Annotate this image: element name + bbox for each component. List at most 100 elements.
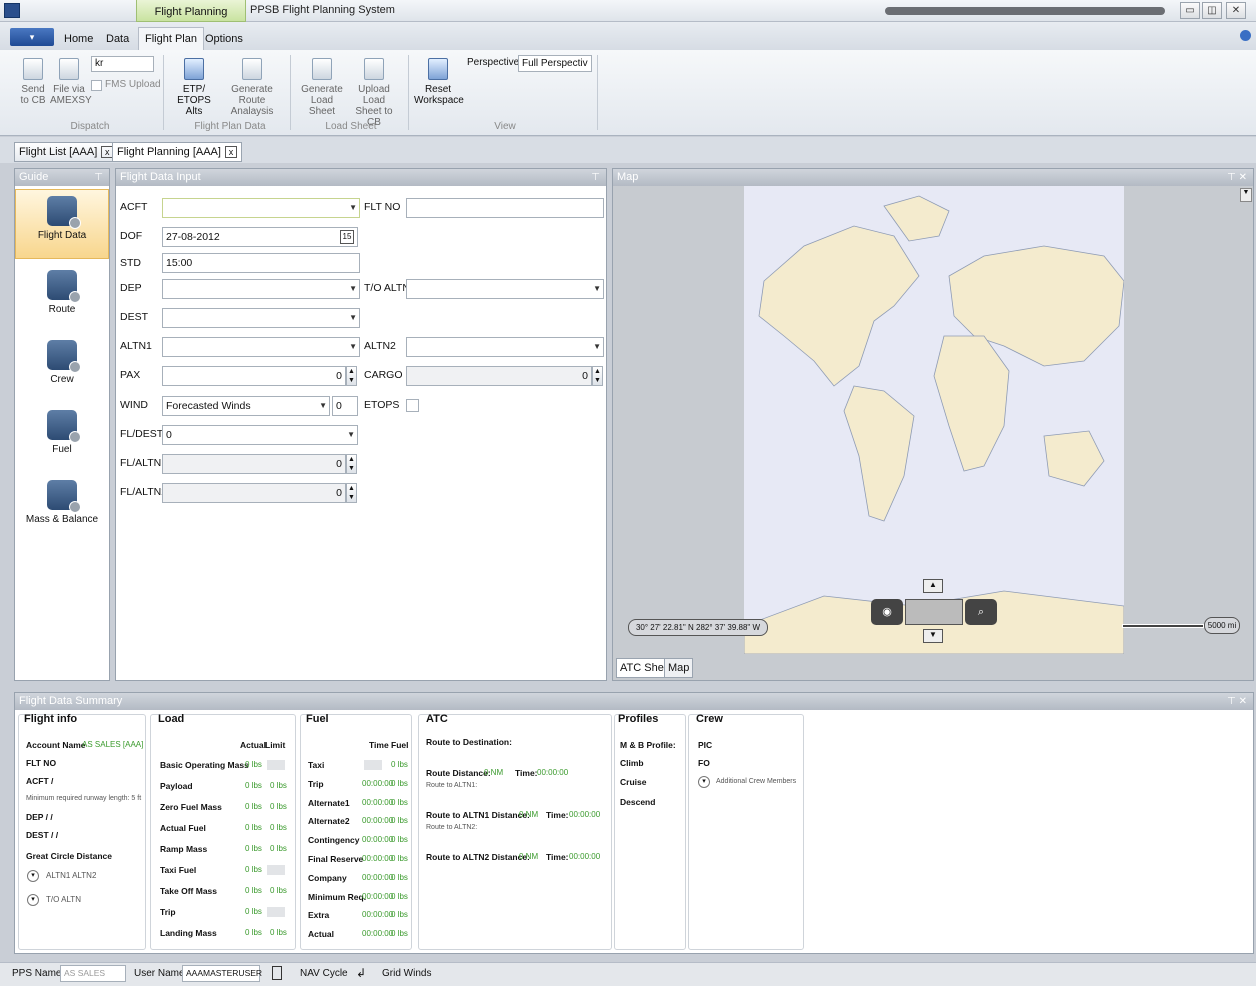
user-name-select[interactable]: AAAMASTERUSER	[182, 965, 262, 982]
fuel-header: Fuel	[391, 740, 409, 750]
load-row-limit: 0 lbs	[270, 823, 287, 832]
pin-close-icon[interactable]: ⊤ ✕	[1227, 693, 1247, 710]
grid-winds-icon: ↲	[356, 966, 367, 980]
dep-summary: DEP / /	[26, 812, 53, 822]
guide-item-route[interactable]: Route	[15, 264, 109, 334]
cargo-input[interactable]: 0	[406, 366, 592, 386]
std-input[interactable]: 15:00	[162, 253, 360, 273]
load-row-label: Basic Operating Mass	[160, 760, 249, 770]
tab-options[interactable]: Options	[199, 30, 249, 48]
fl-altn1-input[interactable]: 0	[162, 454, 346, 474]
altn1-select[interactable]: ▼	[162, 337, 360, 357]
fuel-row-time: 00:00:00	[362, 872, 394, 882]
fuel-row-time: 00:00:00	[362, 778, 394, 788]
flight-lookup-input[interactable]: kr	[91, 56, 154, 72]
tab-flight-planning[interactable]: Flight Planning [AAA] x	[112, 142, 242, 162]
wind-select[interactable]: Forecasted Winds ▼	[162, 396, 330, 416]
fuel-row-label: Minimum Req.	[308, 891, 367, 902]
application-menu-button[interactable]: ▾	[10, 28, 54, 46]
send-to-cb-button[interactable]: Send to CB	[18, 58, 48, 106]
database-icon[interactable]	[272, 966, 282, 980]
load-row-actual: 0 lbs	[245, 760, 262, 769]
cargo-stepper[interactable]: ▲ ▼	[592, 366, 603, 386]
fuel-row-fuel: 0 lbs	[391, 891, 408, 901]
wind-value-input[interactable]: 0	[332, 396, 358, 416]
fl-altn2-stepper[interactable]: ▲ ▼	[346, 483, 357, 503]
guide-item-crew[interactable]: Crew	[15, 334, 109, 404]
tab-map[interactable]: Map	[664, 658, 694, 678]
pin-icon[interactable]: ⊤	[94, 169, 103, 186]
pan-up-button[interactable]: ▲	[923, 579, 943, 593]
file-icon	[59, 58, 79, 80]
generate-load-sheet-button[interactable]: Generate Load Sheet	[298, 58, 346, 117]
help-icon[interactable]	[1240, 30, 1251, 41]
tab-flight-plan[interactable]: Flight Plan	[138, 27, 204, 50]
limit-header: Limit	[265, 740, 286, 750]
chevron-down-icon[interactable]: ▾	[698, 776, 710, 788]
pin-icon[interactable]: ⊤	[591, 169, 600, 186]
route-to-altn2: Route to ALTN2:	[426, 824, 478, 831]
generate-route-analysis-button[interactable]: Generate Route Analaysis	[220, 58, 284, 117]
load-row-limit-empty	[267, 865, 285, 875]
pax-stepper[interactable]: ▲ ▼	[346, 366, 357, 386]
pax-input[interactable]: 0	[162, 366, 346, 386]
load-row-label: Payload	[160, 781, 193, 791]
load-row-label: Take Off Mass	[160, 886, 218, 896]
fl-altn1-label: FL/ALTN1	[120, 457, 168, 469]
upload-load-sheet-button[interactable]: Upload Load Sheet to CB	[348, 58, 400, 128]
pps-name-select[interactable]: AS SALES	[60, 965, 126, 982]
app-icon[interactable]	[4, 3, 20, 18]
etp-etops-alts-button[interactable]: ETP/ETOPS Alts	[170, 58, 218, 117]
perspectives-dropdown[interactable]: Full Perspectiv	[518, 55, 592, 72]
map-layers-dropdown[interactable]: ▼	[1240, 188, 1252, 202]
altn2-select[interactable]: ▼	[406, 337, 604, 357]
eye-icon[interactable]: ◉	[871, 599, 903, 625]
maximize-button[interactable]: ◫	[1202, 2, 1222, 19]
file-via-amexsy-button[interactable]: File via AMEXSY	[50, 58, 92, 106]
dof-date-input[interactable]: 27-08-2012 15	[162, 227, 358, 247]
load-row-limit-empty	[267, 760, 285, 770]
map-scale-bar	[1122, 624, 1204, 628]
acft-select[interactable]: ▼	[162, 198, 360, 218]
globe-icon	[47, 270, 81, 303]
etops-checkbox[interactable]	[406, 399, 419, 412]
close-button[interactable]: ✕	[1226, 2, 1246, 19]
grid-winds-label[interactable]: Grid Winds	[382, 968, 431, 979]
pan-down-button[interactable]: ▼	[923, 629, 943, 643]
reset-workspace-button[interactable]: Reset Workspace	[414, 58, 464, 106]
guide-item-fuel[interactable]: Fuel	[15, 404, 109, 474]
flt-no-input[interactable]	[406, 198, 604, 218]
close-icon[interactable]: x	[224, 146, 237, 158]
dest-select[interactable]: ▼	[162, 308, 360, 328]
tab-data[interactable]: Data	[100, 30, 135, 48]
fl-altn2-input[interactable]: 0	[162, 483, 346, 503]
fl-dest-select[interactable]: 0 ▼	[162, 425, 358, 445]
zoom-search-icon[interactable]: ⌕	[965, 599, 997, 625]
tab-flight-list[interactable]: Flight List [AAA] x	[14, 142, 119, 162]
chevron-down-icon: ▼	[349, 342, 357, 351]
pin-close-icon[interactable]: ⊤ ✕	[1227, 169, 1247, 186]
route-time-label: Time:	[515, 768, 538, 778]
dest-label: DEST	[120, 311, 149, 323]
load-row-limit-empty	[267, 907, 285, 917]
guide-item-flight-data[interactable]: Flight Data	[15, 189, 109, 259]
flight-info-heading: Flight info	[24, 713, 78, 725]
calendar-icon[interactable]: 15	[340, 230, 354, 244]
nav-cycle-label[interactable]: NAV Cycle	[300, 968, 348, 979]
minimize-button[interactable]: ▭	[1180, 2, 1200, 19]
map-navigation-control[interactable]: ▲ ◉ ⌕ ▼	[871, 579, 997, 643]
guide-header: Guide ⊤	[15, 169, 109, 186]
fms-upload-checkbox[interactable]	[91, 80, 102, 91]
altn1-label: ALTN1	[120, 340, 152, 352]
dep-select[interactable]: ▼	[162, 279, 360, 299]
guide-item-mass-balance[interactable]: Mass & Balance	[15, 474, 109, 544]
tab-home[interactable]: Home	[58, 30, 99, 48]
chevron-down-icon[interactable]: ▾	[27, 894, 39, 906]
fl-altn1-stepper[interactable]: ▲ ▼	[346, 454, 357, 474]
actual-header: Actual	[240, 740, 266, 750]
fuel-row-label: Contingency	[308, 835, 360, 846]
to-altn-select[interactable]: ▼	[406, 279, 604, 299]
pan-left-right-control[interactable]	[905, 599, 963, 625]
context-tab-flight-planning: Flight Planning	[136, 0, 246, 22]
chevron-down-icon[interactable]: ▾	[27, 870, 39, 882]
